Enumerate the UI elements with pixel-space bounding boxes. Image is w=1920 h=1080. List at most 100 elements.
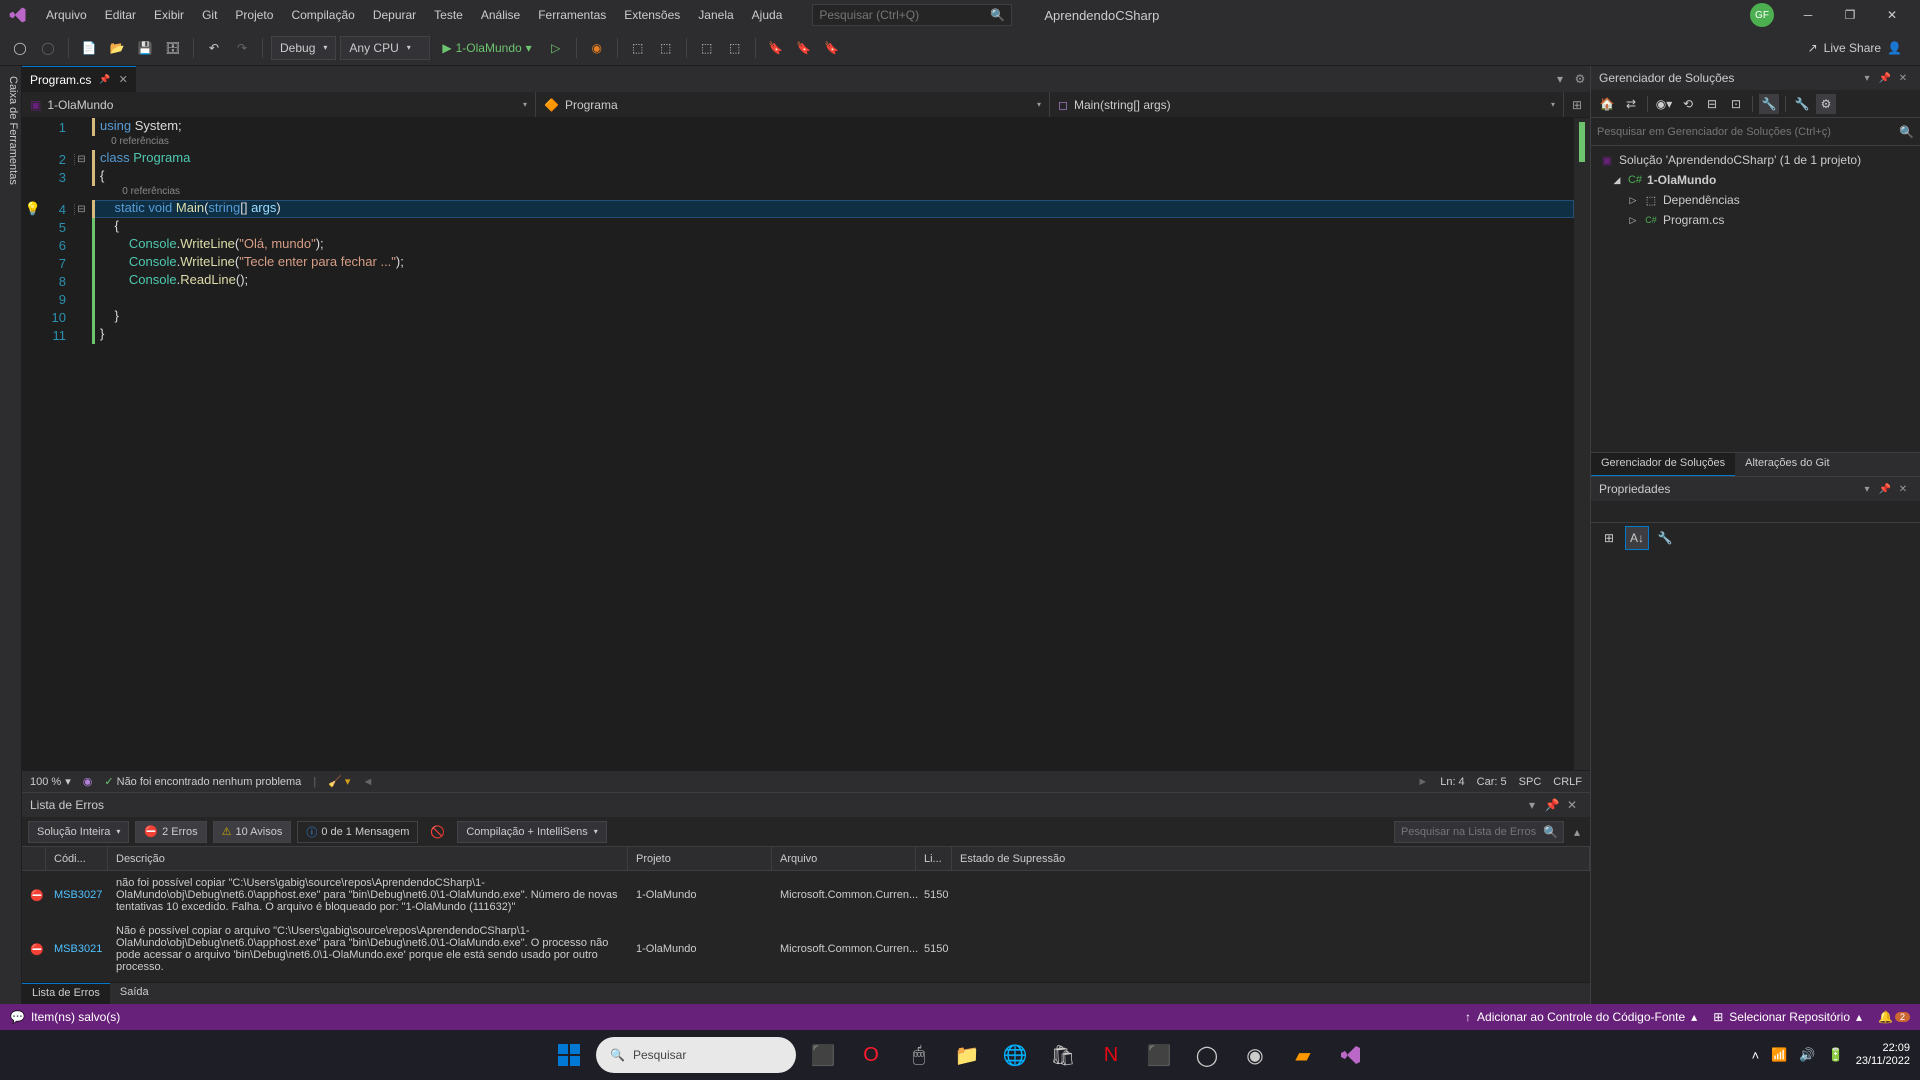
error-search-input[interactable]	[1401, 826, 1543, 838]
preview-changes-icon[interactable]: ◉▾	[1654, 94, 1674, 114]
menu-extensoes[interactable]: Extensões	[616, 4, 688, 26]
menu-compilacao[interactable]: Compilação	[283, 4, 362, 26]
bookmark-prev-icon[interactable]: 🔖	[792, 36, 816, 60]
panel-pin-icon[interactable]: 📌	[1876, 484, 1894, 495]
col-desc[interactable]: Descrição	[108, 847, 628, 870]
sync-icon[interactable]: ⟲	[1678, 94, 1698, 114]
start-menu-icon[interactable]	[548, 1034, 590, 1076]
menu-git[interactable]: Git	[194, 4, 225, 26]
tabs-settings-icon[interactable]: ⚙	[1570, 66, 1590, 92]
dell-icon[interactable]: ◯	[1186, 1034, 1228, 1076]
cleanup-icon[interactable]: 🧹 ▾	[328, 775, 350, 788]
properties-object-dropdown[interactable]	[1591, 501, 1920, 523]
chevron-right-icon[interactable]: ▷	[1627, 195, 1639, 206]
panel-dropdown-icon[interactable]: ▾	[1858, 484, 1876, 495]
error-search[interactable]: 🔍	[1394, 821, 1564, 843]
messages-toggle[interactable]: ⓘ0 de 1 Mensagem	[297, 821, 418, 843]
taskbar-clock[interactable]: 22:09 23/11/2022	[1856, 1042, 1910, 1068]
new-item-icon[interactable]: 📄	[77, 36, 101, 60]
collapse-all-icon[interactable]: ⊟	[1702, 94, 1722, 114]
menu-ajuda[interactable]: Ajuda	[744, 4, 791, 26]
visual-studio-icon[interactable]	[1330, 1034, 1372, 1076]
feedback-icon[interactable]: 👤	[1887, 41, 1902, 55]
scroll-right-icon[interactable]: ►	[1417, 776, 1428, 788]
tab-solution-explorer[interactable]: Gerenciador de Soluções	[1591, 453, 1735, 476]
menu-projeto[interactable]: Projeto	[227, 4, 281, 26]
edge-icon[interactable]: 🌐	[994, 1034, 1036, 1076]
global-search[interactable]: 🔍	[812, 4, 1012, 26]
col-proj[interactable]: Projeto	[628, 847, 772, 870]
save-icon[interactable]: 💾	[133, 36, 157, 60]
col-file[interactable]: Arquivo	[772, 847, 916, 870]
refresh-icon[interactable]: ◉	[83, 775, 93, 788]
platform-dropdown[interactable]: Any CPU	[340, 36, 430, 60]
properties-icon[interactable]: 🔧	[1759, 94, 1779, 114]
menu-analise[interactable]: Análise	[473, 4, 528, 26]
col-code[interactable]: Códi...	[46, 847, 108, 870]
col-icon[interactable]	[22, 847, 46, 870]
menu-depurar[interactable]: Depurar	[365, 4, 424, 26]
spotify-icon[interactable]: ◉	[1234, 1034, 1276, 1076]
warnings-toggle[interactable]: ⚠10 Avisos	[213, 821, 292, 843]
sublime-icon[interactable]: ▰	[1282, 1034, 1324, 1076]
error-row[interactable]: ⛔ MSB3021 Não é possível copiar o arquiv…	[22, 919, 1590, 979]
start-debug-button[interactable]: ▶ 1-OlaMundo ▾	[434, 36, 539, 60]
solution-search[interactable]: 🔍	[1591, 118, 1920, 146]
scroll-left-icon[interactable]: ◄	[362, 776, 373, 788]
nav-class-dropdown[interactable]: 🔶 Programa	[536, 92, 1050, 117]
line-col-car[interactable]: Car: 5	[1477, 776, 1507, 788]
error-scroll-up-icon[interactable]: ▴	[1570, 825, 1584, 839]
split-editor-icon[interactable]: ⊞	[1564, 92, 1590, 117]
code-editor[interactable]: 12⊟3💡4⊟567891011 using System; 0 referên…	[22, 118, 1590, 770]
pin-icon[interactable]: 📌	[99, 74, 110, 85]
panel-dropdown-icon[interactable]: ▾	[1522, 798, 1542, 812]
no-issues-indicator[interactable]: ✓ Não foi encontrado nenhum problema	[104, 775, 301, 788]
col-line[interactable]: Li...	[916, 847, 952, 870]
indent-type[interactable]: SPC	[1519, 776, 1542, 788]
add-source-control[interactable]: ↑ Adicionar ao Controle do Código-Fonte …	[1465, 1010, 1697, 1024]
notifications[interactable]: 🔔 2	[1878, 1010, 1910, 1024]
step-over-icon[interactable]: ⬚	[654, 36, 678, 60]
panel-pin-icon[interactable]: 📌	[1876, 73, 1894, 84]
close-tab-icon[interactable]: ✕	[119, 73, 128, 86]
bookmark-icon[interactable]: 🔖	[764, 36, 788, 60]
settings-icon[interactable]: ⚙	[1816, 94, 1836, 114]
user-avatar[interactable]: GF	[1750, 3, 1774, 27]
select-repo[interactable]: ⊞ Selecionar Repositório ▴	[1713, 1010, 1862, 1024]
menu-teste[interactable]: Teste	[426, 4, 471, 26]
chevron-down-icon[interactable]: ◢	[1611, 175, 1623, 186]
build-intellisense-dropdown[interactable]: Compilação + IntelliSens	[457, 821, 606, 843]
line-ending[interactable]: CRLF	[1553, 776, 1582, 788]
undo-icon[interactable]: ↶	[202, 36, 226, 60]
redo-icon[interactable]: ↷	[230, 36, 254, 60]
file-tab-program[interactable]: Program.cs 📌 ✕	[22, 66, 136, 92]
switch-views-icon[interactable]: ⇄	[1621, 94, 1641, 114]
nav-back-icon[interactable]: ◯	[8, 36, 32, 60]
show-all-icon[interactable]: ⊡	[1726, 94, 1746, 114]
nav-project-dropdown[interactable]: ▣ 1-OlaMundo	[22, 92, 536, 117]
uncomment-icon[interactable]: ⬚	[723, 36, 747, 60]
alphabetical-icon[interactable]: A↓	[1625, 526, 1649, 550]
open-icon[interactable]: 📂	[105, 36, 129, 60]
panel-close-icon[interactable]: ✕	[1894, 73, 1912, 84]
project-node[interactable]: ◢ C# 1-OlaMundo	[1591, 170, 1920, 190]
step-into-icon[interactable]: ⬚	[626, 36, 650, 60]
property-pages-icon[interactable]: 🔧	[1653, 526, 1677, 550]
start-without-debug-icon[interactable]: ▷	[544, 36, 568, 60]
menu-ferramentas[interactable]: Ferramentas	[530, 4, 614, 26]
toolbox-panel-tab[interactable]: Caixa de Ferramentas	[0, 66, 22, 1004]
categorized-icon[interactable]: ⊞	[1597, 526, 1621, 550]
maximize-button[interactable]: ❐	[1830, 1, 1870, 29]
live-share-button[interactable]: ↗ Live Share 👤	[1798, 41, 1912, 55]
nav-fwd-icon[interactable]: ◯	[36, 36, 60, 60]
nav-member-dropdown[interactable]: ◻ Main(string[] args)	[1050, 92, 1564, 117]
hot-reload-icon[interactable]: ◉	[585, 36, 609, 60]
col-supp[interactable]: Estado de Supressão	[952, 847, 1590, 870]
store-icon[interactable]: 🛍	[1042, 1034, 1084, 1076]
menu-editar[interactable]: Editar	[97, 4, 144, 26]
wifi-icon[interactable]: 📶	[1771, 1047, 1787, 1063]
menu-arquivo[interactable]: Arquivo	[38, 4, 95, 26]
save-all-icon[interactable]: 🗄	[161, 36, 185, 60]
minecraft-icon[interactable]: ⬛	[1138, 1034, 1180, 1076]
solution-search-input[interactable]	[1597, 126, 1899, 138]
